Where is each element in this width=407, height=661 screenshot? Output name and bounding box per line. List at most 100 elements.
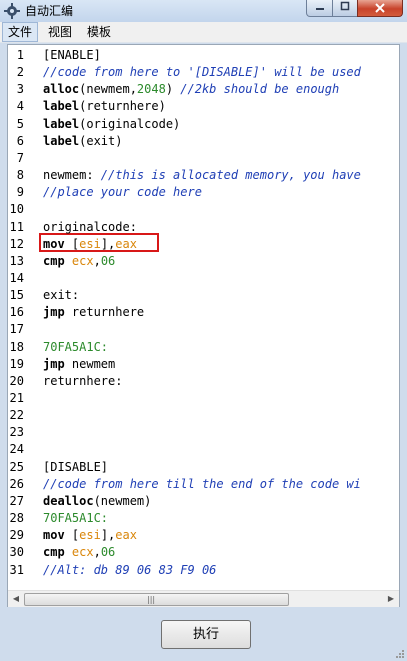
menu-view[interactable]: 视图: [43, 22, 77, 42]
close-button[interactable]: [357, 0, 403, 17]
execute-button[interactable]: 执行: [161, 620, 251, 649]
code-line[interactable]: 14: [8, 270, 399, 287]
code-line[interactable]: 25 [DISABLE]: [8, 459, 399, 476]
code-line[interactable]: 2 //code from here to '[DISABLE]' will be…: [8, 64, 399, 81]
code-line[interactable]: 31 //Alt: db 89 06 83 F9 06: [8, 562, 399, 579]
code-token: exit:: [43, 288, 80, 303]
code-token: //this is allocated memory, you have: [100, 168, 361, 183]
code-token: returnhere:: [43, 373, 123, 388]
line-number: 16: [9, 305, 24, 320]
scroll-left-icon[interactable]: ◀: [10, 593, 22, 605]
code-token: label: [43, 116, 80, 131]
code-token: eax: [115, 528, 137, 543]
code-line[interactable]: 21: [8, 390, 399, 407]
code-line[interactable]: 26 //code from here till the end of the c…: [8, 476, 399, 493]
code-token: returnhere: [71, 305, 145, 320]
code-line[interactable]: 9 //place your code here: [8, 184, 399, 201]
code-line[interactable]: 13 cmp ecx,06: [8, 253, 399, 270]
code-line[interactable]: 5 label(originalcode): [8, 116, 399, 133]
line-number: 10: [9, 202, 24, 217]
code-token: (newmem,: [79, 82, 137, 97]
code-line[interactable]: 10: [8, 201, 399, 218]
code-token: (newmem): [93, 493, 152, 508]
code-text: mov [esi],eax: [43, 236, 137, 253]
code-line[interactable]: 27 dealloc(newmem): [8, 493, 399, 510]
code-token: label: [43, 133, 80, 148]
code-line[interactable]: 12 mov [esi],eax: [8, 236, 399, 253]
line-number: 24: [9, 442, 24, 457]
code-token: //2kb should be enough: [180, 82, 340, 97]
code-token: ecx: [71, 545, 94, 560]
minimize-button[interactable]: [306, 0, 333, 17]
code-line[interactable]: 11 originalcode:: [8, 219, 399, 236]
line-number: 30: [9, 545, 24, 560]
code-line[interactable]: 18 70FA5A1C:: [8, 339, 399, 356]
code-line[interactable]: 6 label(exit): [8, 133, 399, 150]
line-number: 7: [16, 150, 24, 165]
code-token: 70FA5A1C:: [43, 511, 109, 526]
code-line[interactable]: 1 [ENABLE]: [8, 47, 399, 64]
code-token: [ENABLE]: [43, 48, 101, 62]
code-token: newmem:: [43, 168, 101, 183]
code-token: cmp: [43, 545, 72, 560]
code-line[interactable]: 30 cmp ecx,06: [8, 544, 399, 561]
code-line[interactable]: 29 mov [esi],eax: [8, 527, 399, 544]
code-text: //place your code here: [43, 184, 202, 201]
line-number: 11: [9, 219, 24, 234]
code-line[interactable]: 20 returnhere:: [8, 373, 399, 390]
menu-file[interactable]: 文件: [2, 22, 39, 42]
code-line[interactable]: 24: [8, 441, 399, 458]
code-editor[interactable]: 1 [ENABLE] 2 //code from here to '[DISABLE]…: [7, 44, 400, 607]
window-title: 自动汇编: [25, 4, 74, 18]
line-number: 6: [16, 133, 24, 148]
scroll-right-icon[interactable]: ▶: [385, 593, 397, 605]
line-number: 8: [16, 168, 24, 183]
line-number: 22: [9, 408, 24, 423]
line-number: 20: [9, 373, 24, 388]
code-text: 70FA5A1C:: [43, 510, 108, 527]
line-number: 26: [9, 476, 24, 491]
line-number: 17: [9, 322, 24, 337]
code-text: exit:: [43, 287, 79, 304]
line-number: 2: [16, 65, 24, 80]
code-text: [DISABLE]: [43, 459, 108, 476]
horizontal-scrollbar[interactable]: ◀ ||| ▶: [8, 590, 399, 607]
line-number: 31: [9, 562, 24, 577]
gear-icon: [4, 3, 20, 19]
line-number: 25: [9, 459, 24, 474]
code-line[interactable]: 7: [8, 150, 399, 167]
maximize-button[interactable]: [332, 0, 358, 17]
menu-template[interactable]: 模板: [82, 22, 116, 42]
code-line[interactable]: 28 70FA5A1C:: [8, 510, 399, 527]
code-token: dealloc: [43, 493, 94, 508]
code-token: cmp: [43, 253, 72, 268]
code-line[interactable]: 4 label(returnhere): [8, 98, 399, 115]
code-token: label: [43, 99, 80, 114]
code-line[interactable]: 17: [8, 321, 399, 338]
code-text: jmp returnhere: [43, 304, 144, 321]
code-line[interactable]: 16 jmp returnhere: [8, 304, 399, 321]
line-number: 15: [9, 288, 24, 303]
resize-grip-icon[interactable]: [395, 649, 405, 659]
code-text: //Alt: db 89 06 83 F9 06: [43, 562, 216, 579]
code-token: eax: [115, 236, 137, 251]
code-token: mov: [43, 236, 72, 251]
code-line[interactable]: 3 alloc(newmem,2048) //2kb should be enou…: [8, 81, 399, 98]
code-line[interactable]: 23: [8, 424, 399, 441]
line-number: 28: [9, 511, 24, 526]
code-text: cmp ecx,06: [43, 544, 115, 561]
code-line[interactable]: 15 exit:: [8, 287, 399, 304]
line-number: 18: [9, 339, 24, 354]
code-text: 70FA5A1C:: [43, 339, 108, 356]
code-text: label(originalcode): [43, 116, 180, 133]
scroll-thumb[interactable]: |||: [24, 593, 289, 606]
maximize-icon: [340, 1, 350, 11]
line-number: 9: [16, 185, 24, 200]
code-line[interactable]: 8 newmem: //this is allocated memory, you…: [8, 167, 399, 184]
code-token: mov: [43, 528, 72, 543]
code-text: label(returnhere): [43, 98, 166, 115]
code-line[interactable]: 22: [8, 407, 399, 424]
line-number: 23: [9, 425, 24, 440]
code-token: jmp: [43, 305, 72, 320]
code-line[interactable]: 19 jmp newmem: [8, 356, 399, 373]
